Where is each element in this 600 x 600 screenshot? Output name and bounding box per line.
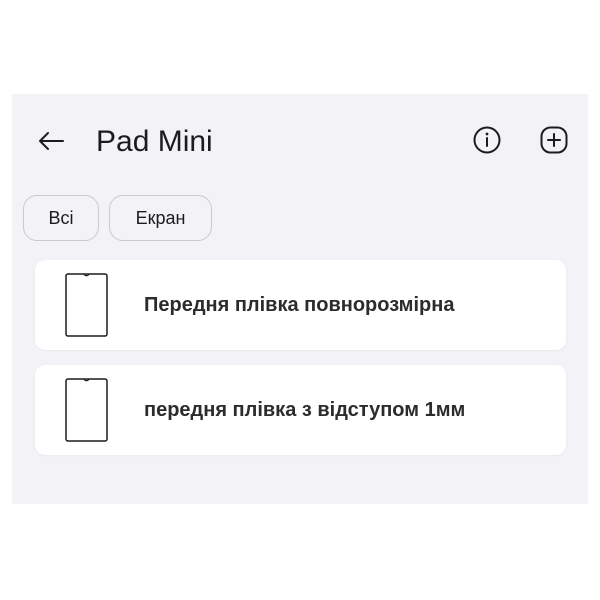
add-button[interactable] bbox=[539, 125, 569, 155]
filter-chip-label: Всі bbox=[48, 207, 74, 228]
header: Pad Mini bbox=[12, 94, 588, 190]
list-item[interactable]: Передня плівка повнорозмірна bbox=[35, 260, 566, 350]
back-button[interactable] bbox=[36, 126, 66, 156]
filter-chip-all[interactable]: Всі bbox=[23, 195, 99, 241]
plus-square-icon bbox=[540, 126, 568, 154]
arrow-left-icon bbox=[39, 132, 64, 150]
info-button[interactable] bbox=[472, 125, 502, 155]
list-item[interactable]: передня плівка з відступом 1мм bbox=[35, 365, 566, 455]
filter-chip-label: Екран bbox=[135, 207, 186, 228]
list-item-label: Передня плівка повнорозмірна bbox=[144, 294, 455, 316]
page-title: Pad Mini bbox=[96, 125, 213, 158]
tablet-icon bbox=[65, 273, 108, 337]
filter-chip-screen[interactable]: Екран bbox=[109, 195, 212, 241]
list-item-label: передня плівка з відступом 1мм bbox=[144, 399, 466, 421]
tablet-icon bbox=[65, 378, 108, 442]
info-circle-icon bbox=[473, 126, 501, 154]
app-screen: Pad Mini Всі Екран Передня плівка повнор… bbox=[12, 94, 588, 504]
